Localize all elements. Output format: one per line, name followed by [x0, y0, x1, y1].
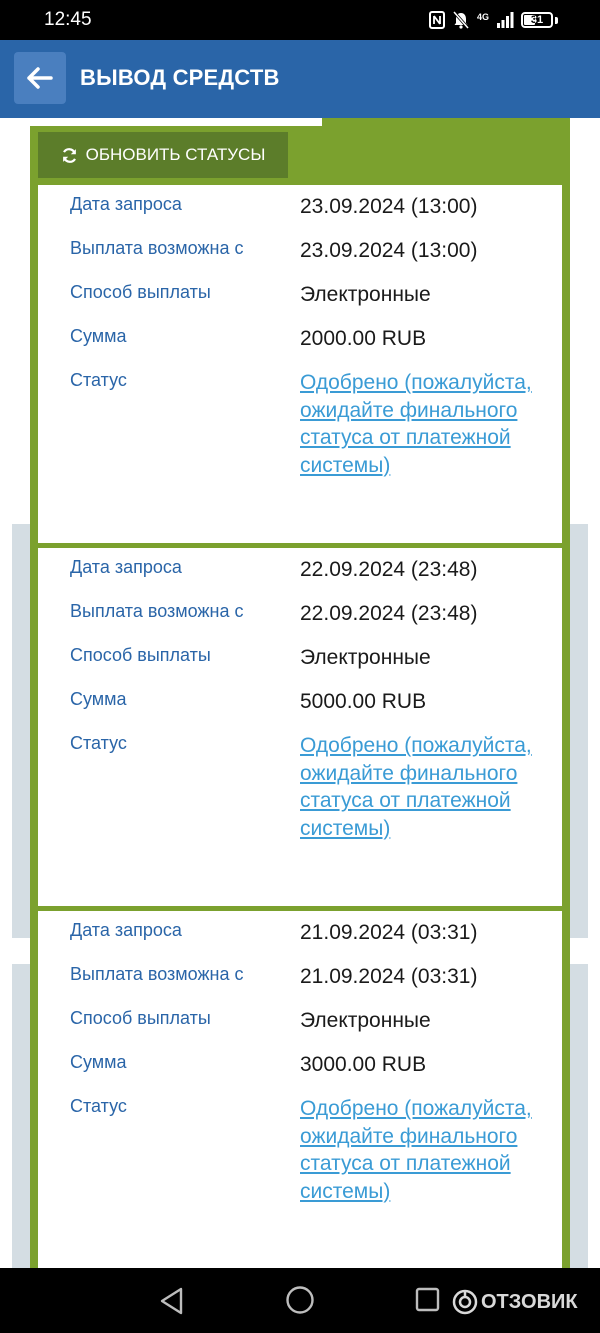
- nav-home-icon[interactable]: [285, 1285, 315, 1315]
- status-time: 12:45: [44, 9, 92, 30]
- signal-icon: [497, 12, 514, 28]
- amount-label: Сумма: [70, 326, 127, 346]
- payout-from-label: Выплата возможна с: [70, 238, 244, 258]
- withdrawal-card: Дата запроса 22.09.2024 (23:48) Выплата …: [38, 548, 562, 906]
- payout-from-label: Выплата возможна с: [70, 601, 244, 621]
- background-strip: [568, 964, 588, 1268]
- status-link[interactable]: Одобрено (пожалуйста, ожидайте финальног…: [300, 732, 540, 842]
- content-area[interactable]: ОБНОВИТЬ СТАТУСЫ Дата запроса 23.09.2024…: [0, 118, 600, 1268]
- watermark-logo-icon: [452, 1289, 478, 1315]
- amount-value: 2000.00 RUB: [300, 327, 427, 350]
- status-icons: 4G 31: [428, 8, 558, 32]
- withdrawals-panel: ОБНОВИТЬ СТАТУСЫ Дата запроса 23.09.2024…: [30, 118, 570, 1268]
- status-label: Статус: [70, 733, 127, 753]
- amount-value: 5000.00 RUB: [300, 690, 427, 713]
- request-date-label: Дата запроса: [70, 920, 182, 940]
- battery-tip: [555, 16, 558, 24]
- system-navigation-bar: ОТЗОВИК: [0, 1268, 600, 1333]
- nav-recent-apps-icon[interactable]: [415, 1287, 440, 1312]
- refresh-icon: [62, 147, 76, 163]
- network-type-label: 4G: [476, 11, 489, 22]
- app-header: ВЫВОД СРЕДСТВ: [0, 40, 600, 118]
- system-status-bar: 12:45 4G 31: [0, 0, 600, 40]
- status-link[interactable]: Одобрено (пожалуйста, ожидайте финальног…: [300, 369, 540, 479]
- payout-from-value: 23.09.2024 (13:00): [300, 239, 478, 262]
- payout-from-label: Выплата возможна с: [70, 964, 244, 984]
- payout-method-label: Способ выплаты: [70, 282, 211, 302]
- background-strip: [568, 524, 588, 938]
- payout-method-label: Способ выплаты: [70, 645, 211, 665]
- battery-icon: 31: [521, 12, 553, 28]
- payout-from-value: 21.09.2024 (03:31): [300, 965, 478, 988]
- nfc-icon: [428, 11, 445, 29]
- nav-back-icon[interactable]: [158, 1286, 186, 1316]
- background-strip: [12, 524, 32, 938]
- watermark-text: ОТЗОВИК: [481, 1290, 578, 1313]
- request-date-value: 23.09.2024 (13:00): [300, 195, 478, 218]
- page-title: ВЫВОД СРЕДСТВ: [80, 65, 280, 90]
- withdrawal-card: Дата запроса 21.09.2024 (03:31) Выплата …: [38, 911, 562, 1268]
- amount-label: Сумма: [70, 689, 127, 709]
- request-date-value: 22.09.2024 (23:48): [300, 558, 478, 581]
- status-label: Статус: [70, 370, 127, 390]
- status-link[interactable]: Одобрено (пожалуйста, ожидайте финальног…: [300, 1095, 540, 1205]
- arrow-left-icon: [27, 67, 53, 89]
- mute-icon: [452, 11, 470, 29]
- status-label: Статус: [70, 1096, 127, 1116]
- watermark: ОТЗОВИК: [452, 1288, 578, 1316]
- tab-gap: [30, 118, 322, 126]
- background-strip: [12, 964, 32, 1268]
- request-date-label: Дата запроса: [70, 194, 182, 214]
- withdrawal-card: Дата запроса 23.09.2024 (13:00) Выплата …: [38, 185, 562, 543]
- battery-level: 31: [530, 14, 544, 26]
- amount-value: 3000.00 RUB: [300, 1053, 427, 1076]
- amount-label: Сумма: [70, 1052, 127, 1072]
- request-date-label: Дата запроса: [70, 557, 182, 577]
- back-button[interactable]: [14, 52, 66, 104]
- payout-method-value: Электронные: [300, 1009, 431, 1032]
- payout-method-value: Электронные: [300, 646, 431, 669]
- refresh-statuses-label: ОБНОВИТЬ СТАТУСЫ: [85, 145, 266, 164]
- refresh-statuses-button[interactable]: ОБНОВИТЬ СТАТУСЫ: [38, 132, 288, 178]
- payout-from-value: 22.09.2024 (23:48): [300, 602, 478, 625]
- payout-method-label: Способ выплаты: [70, 1008, 211, 1028]
- payout-method-value: Электронные: [300, 283, 431, 306]
- request-date-value: 21.09.2024 (03:31): [300, 921, 478, 944]
